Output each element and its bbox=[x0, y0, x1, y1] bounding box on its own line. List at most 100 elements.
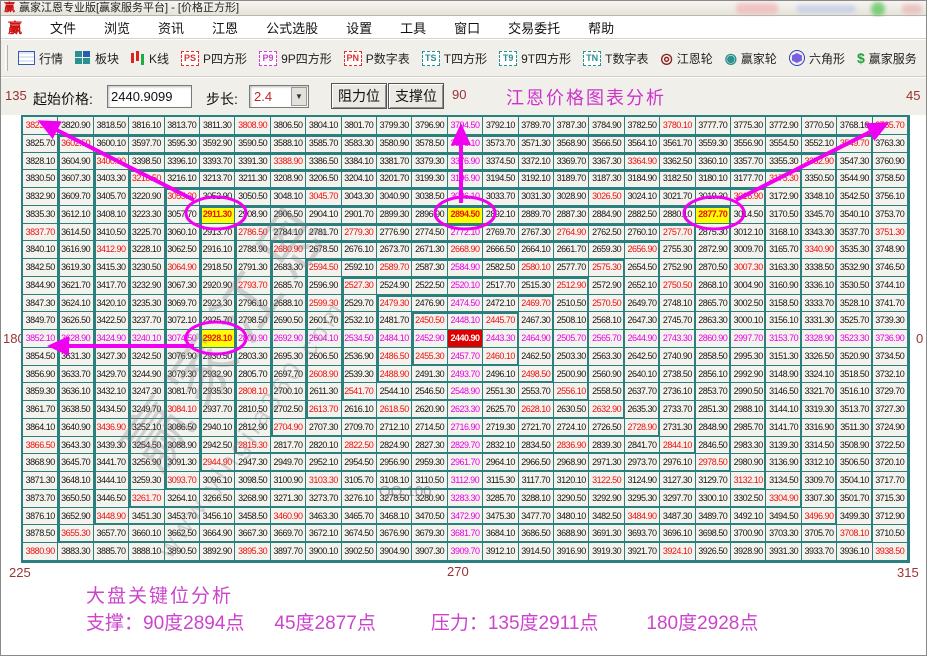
price-cell: 3427.30 bbox=[94, 348, 129, 366]
ts-badge-icon: TS bbox=[422, 51, 440, 66]
price-cell: 2973.70 bbox=[625, 454, 660, 472]
price-cell: 2776.90 bbox=[377, 224, 412, 242]
price-cell: 2700.10 bbox=[271, 383, 306, 401]
price-cell: 3844.90 bbox=[23, 277, 58, 295]
price-cell: 3096.10 bbox=[200, 472, 235, 490]
price-cell: 3547.30 bbox=[837, 153, 872, 171]
toolbar-button-赢家轮[interactable]: ◉赢家轮 bbox=[722, 48, 780, 69]
menu-item-8[interactable]: 交易委托 bbox=[494, 18, 574, 37]
price-cell: 2640.10 bbox=[625, 366, 660, 384]
price-cell: 2743.30 bbox=[660, 330, 695, 348]
price-cell: 3398.50 bbox=[129, 153, 164, 171]
toolbar-label: P数字表 bbox=[366, 50, 410, 67]
price-cell: 3175.30 bbox=[766, 170, 801, 188]
price-cell: 2666.50 bbox=[483, 241, 518, 259]
price-cell: 2443.30 bbox=[483, 330, 518, 348]
price-cell: 3880.90 bbox=[23, 543, 58, 561]
price-cell: 2673.70 bbox=[377, 241, 412, 259]
price-cell: 2829.70 bbox=[448, 437, 483, 455]
price-cell: 3429.70 bbox=[94, 366, 129, 384]
step-select[interactable]: 2.4 ▼ bbox=[249, 85, 309, 108]
price-cell: 3012.10 bbox=[731, 224, 766, 242]
menu-item-2[interactable]: 资讯 bbox=[144, 18, 198, 37]
toolbar-button-六角形[interactable]: 六角形 bbox=[786, 48, 848, 69]
menu-item-1[interactable]: 浏览 bbox=[90, 18, 144, 37]
price-cell: 2553.70 bbox=[519, 383, 554, 401]
background-window-artifact bbox=[902, 4, 922, 14]
title-bar: 赢赢家江恩专业版[赢家服务平台] - [价格正方形] bbox=[1, 1, 926, 16]
price-cell: 3904.90 bbox=[377, 543, 412, 561]
price-cell: 3600.10 bbox=[94, 135, 129, 153]
price-cell: 3604.90 bbox=[58, 153, 93, 171]
price-cell: 3103.30 bbox=[306, 472, 341, 490]
price-cell: 3715.30 bbox=[873, 490, 908, 508]
price-cell: 3264.10 bbox=[165, 490, 200, 508]
price-cell: 3002.50 bbox=[731, 295, 766, 313]
support-button[interactable]: 支撑位 bbox=[388, 83, 444, 109]
toolbar-button-P四方形[interactable]: PSP四方形 bbox=[178, 48, 250, 69]
price-cell: 2508.10 bbox=[554, 312, 589, 330]
price-cell: 2548.90 bbox=[448, 383, 483, 401]
toolbar-button-T数字表[interactable]: TNT数字表 bbox=[580, 48, 651, 69]
price-cell: 2625.70 bbox=[483, 401, 518, 419]
price-cell: 3172.90 bbox=[766, 188, 801, 206]
price-cell: 3518.50 bbox=[837, 366, 872, 384]
price-cell: 2935.30 bbox=[200, 383, 235, 401]
price-cell: 3837.70 bbox=[23, 224, 58, 242]
price-cell: 3890.50 bbox=[165, 543, 200, 561]
price-cell: 3036.10 bbox=[448, 188, 483, 206]
toolbar-button-T四方形[interactable]: TST四方形 bbox=[419, 48, 490, 69]
toolbar-button-9P四方形[interactable]: P99P四方形 bbox=[256, 48, 335, 69]
price-cell: 3290.50 bbox=[554, 490, 589, 508]
price-cell: 2889.70 bbox=[519, 206, 554, 224]
menu-item-3[interactable]: 江恩 bbox=[198, 18, 252, 37]
toolbar-button-P数字表[interactable]: PNP数字表 bbox=[341, 48, 413, 69]
price-cell: 2671.30 bbox=[412, 241, 447, 259]
price-cell: 3057.70 bbox=[165, 206, 200, 224]
price-cell: 3232.90 bbox=[129, 277, 164, 295]
winner-wheel-icon: ◉ bbox=[725, 50, 737, 67]
price-cell: 3868.90 bbox=[23, 454, 58, 472]
start-price-label: 起始价格: bbox=[33, 89, 93, 109]
price-cell: 3669.70 bbox=[271, 525, 306, 543]
toolbar-button-9T四方形[interactable]: T99T四方形 bbox=[496, 48, 574, 69]
toolbar-button-板块[interactable]: 板块 bbox=[72, 48, 122, 69]
chevron-down-icon[interactable]: ▼ bbox=[291, 87, 307, 106]
key-level-text: 135度2911点 bbox=[488, 613, 599, 634]
price-cell: 3206.50 bbox=[306, 170, 341, 188]
price-cell: 3614.50 bbox=[58, 224, 93, 242]
price-cell: 2515.30 bbox=[519, 277, 554, 295]
menu-bar: 赢 文件浏览资讯江恩公式选股设置工具窗口交易委托帮助 bbox=[1, 17, 926, 39]
toolbar-button-K线[interactable]: K线 bbox=[128, 48, 172, 69]
price-cell: 2913.70 bbox=[200, 224, 235, 242]
resistance-button[interactable]: 阻力位 bbox=[331, 83, 387, 109]
price-cell: 3595.30 bbox=[165, 135, 200, 153]
price-cell: 2985.70 bbox=[731, 419, 766, 437]
toolbar-label: K线 bbox=[149, 50, 169, 67]
price-cell: 2486.50 bbox=[377, 348, 412, 366]
price-cell: 2911.30 bbox=[200, 206, 235, 224]
price-cell: 3818.50 bbox=[94, 117, 129, 135]
price-cell: 3148.90 bbox=[766, 366, 801, 384]
price-cell: 3146.50 bbox=[766, 383, 801, 401]
toolbar-button-行情[interactable]: 行情 bbox=[15, 48, 66, 69]
price-cell: 3268.90 bbox=[235, 490, 270, 508]
toolbar-button-赢家服务[interactable]: $赢家服务 bbox=[854, 48, 920, 69]
toolbar-button-江恩轮[interactable]: ◎江恩轮 bbox=[657, 48, 715, 69]
menu-item-0[interactable]: 文件 bbox=[36, 18, 90, 37]
menu-item-4[interactable]: 公式选股 bbox=[252, 18, 332, 37]
price-cell: 2800.90 bbox=[235, 330, 270, 348]
price-cell: 3278.50 bbox=[377, 490, 412, 508]
price-cell: 3924.10 bbox=[660, 543, 695, 561]
menu-item-6[interactable]: 工具 bbox=[386, 18, 440, 37]
menu-item-5[interactable]: 设置 bbox=[332, 18, 386, 37]
price-cell: 3470.50 bbox=[412, 508, 447, 526]
price-cell: 3110.50 bbox=[412, 472, 447, 490]
menu-item-9[interactable]: 帮助 bbox=[574, 18, 628, 37]
menu-item-7[interactable]: 窗口 bbox=[440, 18, 494, 37]
price-cell: 2848.90 bbox=[696, 419, 731, 437]
price-cell: 3736.90 bbox=[873, 330, 908, 348]
price-cell: 3345.70 bbox=[802, 206, 837, 224]
start-price-input[interactable] bbox=[107, 85, 192, 108]
price-cell: 3031.30 bbox=[519, 188, 554, 206]
